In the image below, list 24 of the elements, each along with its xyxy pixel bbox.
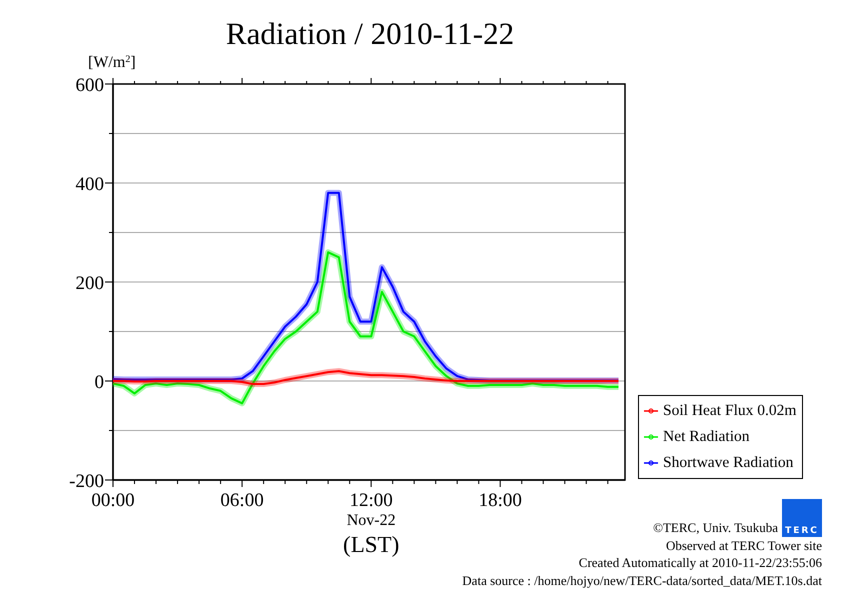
x-tick-label: 06:00 xyxy=(220,490,264,511)
footer-text: Observed at TERC Tower site xyxy=(666,536,822,554)
x-tick-label: 18:00 xyxy=(478,490,522,511)
legend-label: Soil Heat Flux 0.02m xyxy=(663,401,796,421)
legend-swatch-icon xyxy=(644,434,658,440)
legend-label: Shortwave Radiation xyxy=(663,453,794,473)
y-tick-label: 400 xyxy=(76,174,104,195)
x-tick-label: 00:00 xyxy=(91,490,135,511)
y-tick-label: 600 xyxy=(76,75,104,96)
chart-title: Radiation / 2010-11-22 xyxy=(224,15,516,52)
y-tick-label: -200 xyxy=(69,471,104,492)
legend-label: Net Radiation xyxy=(663,427,750,447)
date-label: Nov-22 xyxy=(346,512,396,529)
x-axis-label: (LST) xyxy=(343,532,400,557)
y-tick-label: 200 xyxy=(76,273,104,294)
y-tick-label: 0 xyxy=(94,372,104,393)
legend-swatch-icon xyxy=(644,460,658,466)
footer-text: Data source : /home/hojyo/new/TERC-data/sorted_data/MET.10s.dat xyxy=(462,572,822,589)
footer-text: ©TERC, Univ. Tsukuba xyxy=(653,519,778,536)
footer-text: Created Automatically at 2010-11-22/23:55:06 xyxy=(578,554,822,572)
logo: TERC xyxy=(782,498,822,536)
legend-swatch-icon xyxy=(644,408,658,414)
y-axis-label: [W/m$^{2}$] xyxy=(88,54,136,71)
x-tick-label: 12:00 xyxy=(350,490,393,511)
